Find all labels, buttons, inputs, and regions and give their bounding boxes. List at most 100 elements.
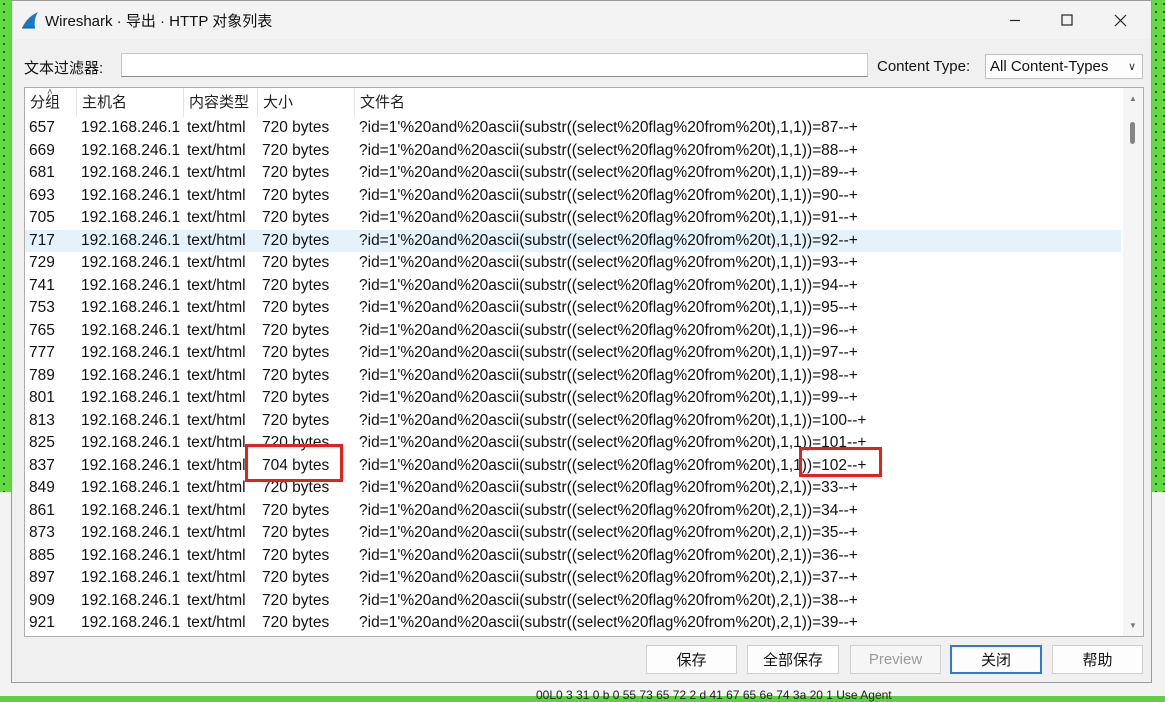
table-row[interactable]: 801 192.168.246.1 text/html 720 bytes ?id=1'…	[25, 387, 1121, 410]
cell-content-type: text/html	[187, 299, 246, 316]
cell-content-type: text/html	[187, 344, 246, 361]
scrollbar-thumb[interactable]	[1130, 122, 1135, 144]
cell-content-type: text/html	[187, 411, 246, 429]
cell-packet: 921	[29, 614, 55, 631]
cell-filename: ?id=1'%20and%20ascii(substr((select%20fl…	[359, 366, 858, 384]
cell-hostname: 192.168.246.1	[81, 254, 181, 271]
table-row[interactable]: 897 192.168.246.1 text/html 720 bytes ?id=1'…	[25, 567, 1121, 590]
help-button[interactable]: 帮助	[1052, 645, 1143, 674]
table-row[interactable]: 753 192.168.246.1 text/html 720 bytes ?id=1'…	[25, 297, 1121, 320]
cell-packet: 741	[29, 276, 55, 294]
cell-hostname: 192.168.246.1	[81, 299, 181, 316]
scroll-down-icon[interactable]: ▼	[1129, 621, 1137, 630]
table-row[interactable]: 921 192.168.246.1 text/html 720 bytes ?id=1'…	[25, 612, 1121, 635]
cell-filename: ?id=1'%20and%20ascii(substr((select%20fl…	[359, 299, 858, 316]
cell-packet: 717	[29, 231, 55, 249]
cell-size: 720 bytes	[262, 119, 330, 136]
cell-filename: ?id=1'%20and%20ascii(substr((select%20fl…	[359, 434, 867, 451]
cell-content-type: text/html	[187, 231, 246, 249]
close-icon	[1114, 14, 1126, 26]
column-header-size[interactable]: 大小	[258, 88, 355, 117]
cell-content-type: text/html	[187, 276, 246, 294]
save-all-button[interactable]: 全部保存	[747, 645, 839, 674]
chevron-down-icon: ∨	[1127, 61, 1136, 73]
cell-content-type: text/html	[187, 209, 246, 226]
cell-content-type: text/html	[187, 186, 246, 204]
close-button[interactable]: 关闭	[950, 645, 1042, 674]
table-row[interactable]: 837 192.168.246.1 text/html 704 bytes ?id=1'…	[25, 455, 1121, 478]
cell-filename: ?id=1'%20and%20ascii(substr((select%20fl…	[359, 389, 858, 406]
cell-filename: ?id=1'%20and%20ascii(substr((select%20fl…	[359, 411, 867, 429]
cell-size: 720 bytes	[262, 186, 330, 204]
table-row[interactable]: 657 192.168.246.1 text/html 720 bytes ?id=1'…	[25, 117, 1121, 140]
title-bar: Wireshark · 导出 · HTTP 对象列表	[12, 1, 1151, 39]
cell-filename: ?id=1'%20and%20ascii(substr((select%20fl…	[359, 569, 858, 586]
cell-packet: 729	[29, 254, 55, 271]
cell-hostname: 192.168.246.1	[81, 524, 181, 541]
scroll-up-icon[interactable]: ▲	[1129, 94, 1137, 103]
cell-packet: 909	[29, 591, 55, 609]
content-type-select[interactable]: All Content-Types ∨	[985, 54, 1143, 79]
export-http-objects-dialog: Wireshark · 导出 · HTTP 对象列表 文本过滤器: Conten…	[11, 0, 1152, 683]
table-row[interactable]: 741 192.168.246.1 text/html 720 bytes ?id=1'…	[25, 275, 1121, 298]
cell-size: 720 bytes	[262, 321, 330, 339]
annotation-box-size	[245, 444, 343, 482]
table-row[interactable]: 849 192.168.246.1 text/html 720 bytes ?id=1'…	[25, 477, 1121, 500]
cell-filename: ?id=1'%20and%20ascii(substr((select%20fl…	[359, 546, 858, 564]
cell-hostname: 192.168.246.1	[81, 119, 181, 136]
table-row[interactable]: 777 192.168.246.1 text/html 720 bytes ?id=1'…	[25, 342, 1121, 365]
column-header-packet[interactable]: 分组 ˄	[25, 88, 77, 117]
vertical-scrollbar[interactable]: ▲ ▼	[1123, 88, 1143, 636]
cell-filename: ?id=1'%20and%20ascii(substr((select%20fl…	[359, 456, 867, 474]
cell-filename: ?id=1'%20and%20ascii(substr((select%20fl…	[359, 164, 858, 181]
cell-hostname: 192.168.246.1	[81, 411, 181, 429]
cell-size: 720 bytes	[262, 524, 330, 541]
column-header-hostname[interactable]: 主机名	[77, 88, 184, 117]
content-type-value: All Content-Types	[990, 58, 1109, 75]
cell-filename: ?id=1'%20and%20ascii(substr((select%20fl…	[359, 141, 858, 159]
close-window-button[interactable]	[1097, 1, 1143, 39]
maximize-button[interactable]	[1044, 1, 1090, 39]
column-header-content-type[interactable]: 内容类型	[184, 88, 258, 117]
table-row[interactable]: 813 192.168.246.1 text/html 720 bytes ?id=1'…	[25, 410, 1121, 433]
text-filter-input[interactable]	[121, 53, 868, 77]
save-button[interactable]: 保存	[646, 645, 737, 674]
cell-hostname: 192.168.246.1	[81, 614, 181, 631]
cell-packet: 681	[29, 164, 55, 181]
text-filter-label: 文本过滤器:	[24, 60, 104, 77]
table-row[interactable]: 873 192.168.246.1 text/html 720 bytes ?id=1'…	[25, 522, 1121, 545]
cell-size: 720 bytes	[262, 546, 330, 564]
cell-content-type: text/html	[187, 164, 246, 181]
table-row[interactable]: 885 192.168.246.1 text/html 720 bytes ?id=1'…	[25, 545, 1121, 568]
cell-content-type: text/html	[187, 456, 246, 474]
cell-hostname: 192.168.246.1	[81, 501, 181, 519]
cell-hostname: 192.168.246.1	[81, 366, 181, 384]
http-object-list[interactable]: 分组 ˄ 主机名 内容类型 大小 文件名 657 192.168.246.1 tex…	[24, 87, 1144, 637]
table-row[interactable]: 861 192.168.246.1 text/html 720 bytes ?id=1'…	[25, 500, 1121, 523]
cell-content-type: text/html	[187, 546, 246, 564]
minimize-button[interactable]	[992, 1, 1038, 39]
window-title: Wireshark · 导出 · HTTP 对象列表	[45, 13, 273, 30]
cell-hostname: 192.168.246.1	[81, 321, 181, 339]
cell-size: 720 bytes	[262, 389, 330, 406]
table-row[interactable]: 669 192.168.246.1 text/html 720 bytes ?id=1'…	[25, 140, 1121, 163]
table-row[interactable]: 693 192.168.246.1 text/html 720 bytes ?id=1'…	[25, 185, 1121, 208]
cell-content-type: text/html	[187, 141, 246, 159]
cell-packet: 669	[29, 141, 55, 159]
table-row[interactable]: 825 192.168.246.1 text/html 720 bytes ?id=1'…	[25, 432, 1121, 455]
preview-button[interactable]: Preview	[850, 645, 941, 674]
table-row[interactable]: 681 192.168.246.1 text/html 720 bytes ?id=1'…	[25, 162, 1121, 185]
table-row[interactable]: 765 192.168.246.1 text/html 720 bytes ?id=1'…	[25, 320, 1121, 343]
cell-content-type: text/html	[187, 366, 246, 384]
table-row[interactable]: 705 192.168.246.1 text/html 720 bytes ?id=1'…	[25, 207, 1121, 230]
table-row[interactable]: 909 192.168.246.1 text/html 720 bytes ?id=1'…	[25, 590, 1121, 613]
cell-content-type: text/html	[187, 569, 246, 586]
cell-packet: 825	[29, 434, 55, 451]
table-row[interactable]: 717 192.168.246.1 text/html 720 bytes ?id=1'…	[25, 229, 1121, 252]
table-row[interactable]: 729 192.168.246.1 text/html 720 bytes ?id=1'…	[25, 252, 1121, 275]
cell-packet: 777	[29, 344, 55, 361]
column-header-filename[interactable]: 文件名	[355, 88, 1121, 117]
table-row[interactable]: 789 192.168.246.1 text/html 720 bytes ?id=1'…	[25, 365, 1121, 388]
cell-hostname: 192.168.246.1	[81, 546, 181, 564]
cell-packet: 765	[29, 321, 55, 339]
